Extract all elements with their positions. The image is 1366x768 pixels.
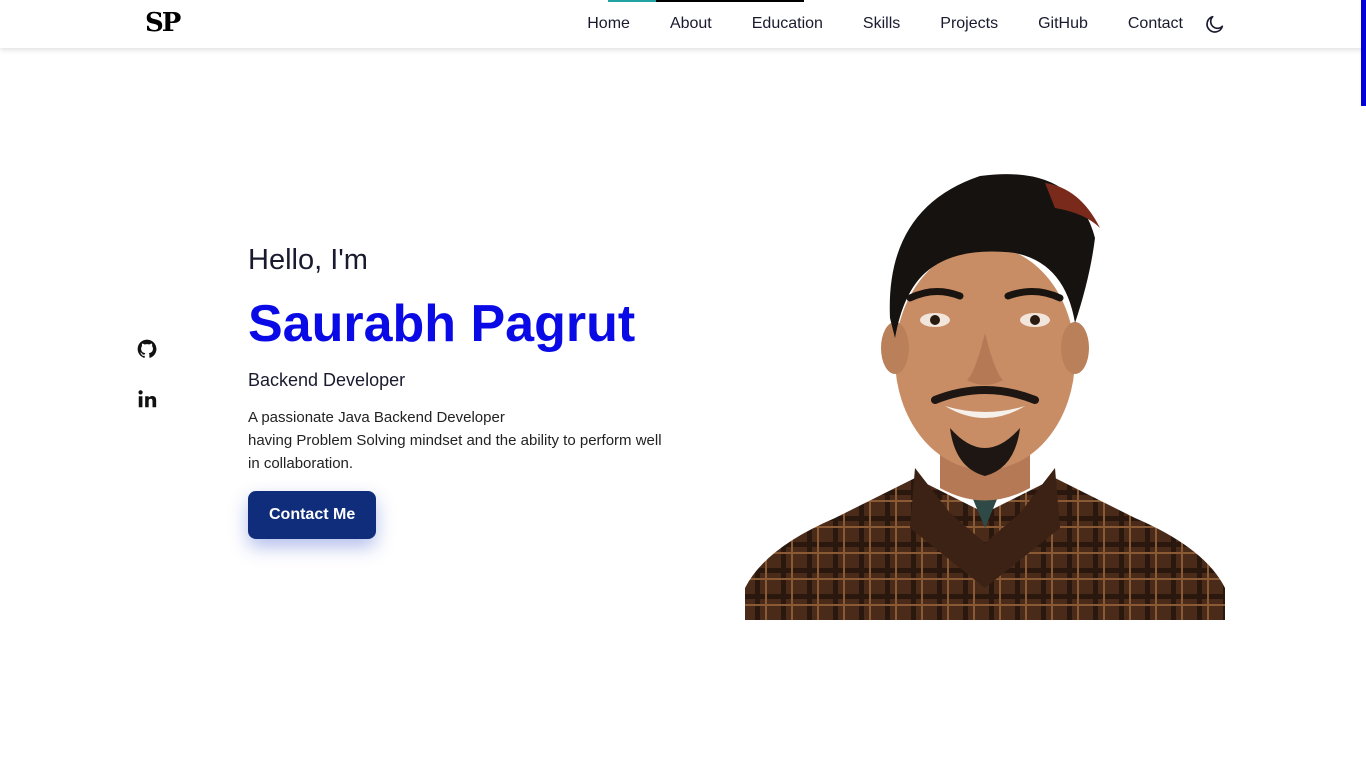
profile-photo (745, 174, 1225, 620)
github-icon[interactable] (136, 338, 158, 360)
hero-name: Saurabh Pagrut (248, 295, 636, 353)
hero-section: Hello, I'm Saurabh Pagrut Backend Develo… (248, 240, 728, 539)
nav-item-home[interactable]: Home (587, 0, 656, 48)
nav-item-education[interactable]: Education (752, 0, 823, 48)
nav-item-about[interactable]: About (670, 0, 712, 48)
hero-description-line-1: A passionate Java Backend Developer (248, 409, 505, 426)
moon-icon[interactable] (1204, 13, 1226, 35)
nav-item-contact[interactable]: Contact (1128, 0, 1183, 48)
main-nav: Home About Education Skills Projects Git… (587, 0, 1183, 48)
hero-description-line-3: in collaboration. (248, 455, 354, 472)
linkedin-icon[interactable] (136, 388, 158, 410)
nav-item-github[interactable]: GitHub (1038, 0, 1088, 48)
contact-me-button[interactable]: Contact Me (248, 491, 377, 539)
social-links (136, 338, 158, 410)
nav-item-projects[interactable]: Projects (940, 0, 998, 48)
hero-description: A passionate Java Backend Developer havi… (248, 406, 728, 475)
nav-item-skills[interactable]: Skills (863, 0, 900, 48)
scroll-progress-indicator (1361, 0, 1366, 106)
site-header: SP Home About Education Skills Projects … (0, 0, 1366, 48)
hero-description-line-2: having Problem Solving mindset and the a… (248, 432, 662, 449)
site-logo[interactable]: SP (145, 6, 181, 40)
hero-role: Backend Developer (248, 370, 406, 390)
hero-greeting: Hello, I'm (248, 244, 368, 276)
